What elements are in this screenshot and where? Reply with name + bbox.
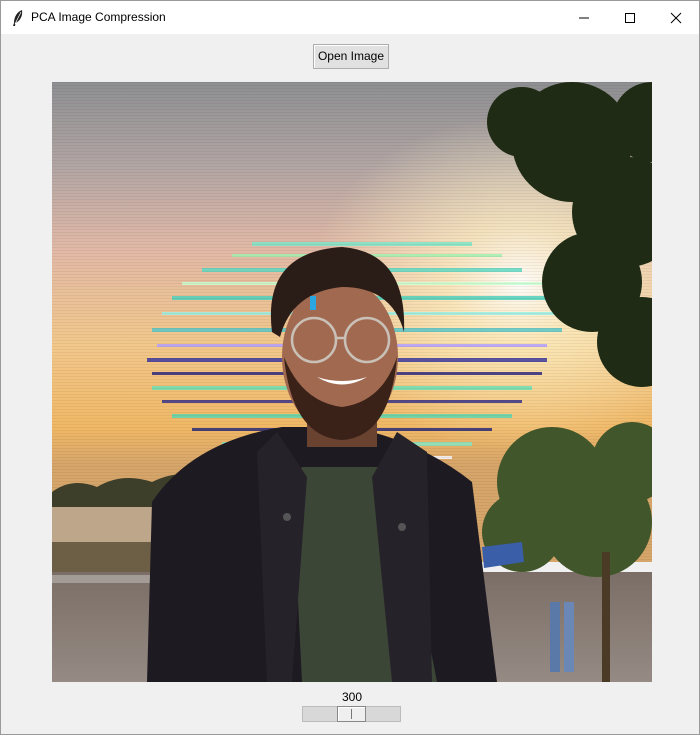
feather-icon bbox=[13, 10, 23, 26]
maximize-button[interactable] bbox=[607, 1, 653, 34]
slider-value-label: 300 bbox=[341, 690, 363, 704]
close-button[interactable] bbox=[653, 1, 699, 34]
title-bar[interactable]: PCA Image Compression bbox=[1, 1, 699, 34]
minimize-icon bbox=[579, 17, 589, 19]
close-icon bbox=[670, 12, 682, 24]
open-image-button[interactable]: Open Image bbox=[313, 44, 389, 69]
compressed-image bbox=[52, 82, 652, 682]
slider-thumb[interactable] bbox=[337, 706, 366, 722]
app-window: PCA Image Compression Open Image 300 bbox=[0, 0, 700, 735]
minimize-button[interactable] bbox=[561, 1, 607, 34]
window-title: PCA Image Compression bbox=[31, 10, 166, 24]
maximize-icon bbox=[625, 13, 635, 23]
